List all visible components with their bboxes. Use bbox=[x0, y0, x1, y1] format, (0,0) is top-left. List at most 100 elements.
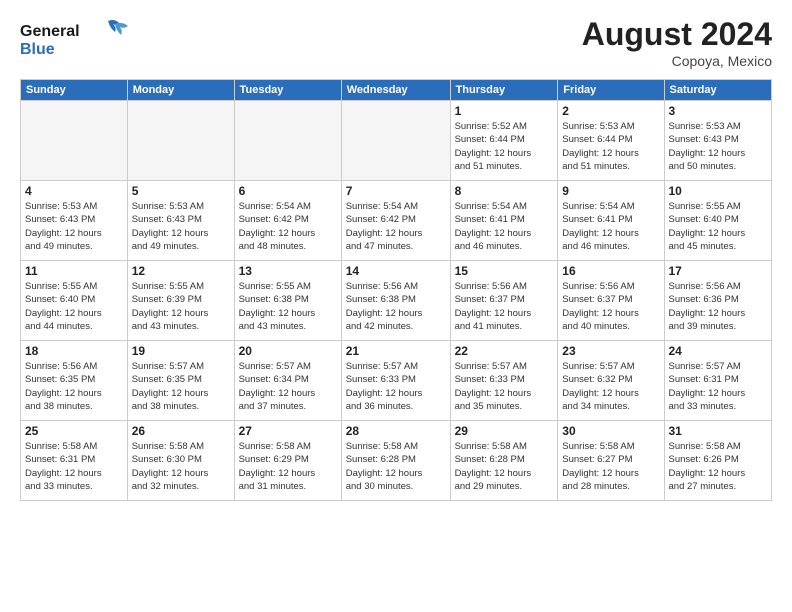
svg-text:Blue: Blue bbox=[20, 41, 55, 58]
day-info: Sunrise: 5:57 AMSunset: 6:31 PMDaylight:… bbox=[669, 360, 768, 413]
calendar-cell: 11 Sunrise: 5:55 AMSunset: 6:40 PMDayligh… bbox=[21, 261, 128, 341]
day-info: Sunrise: 5:55 AMSunset: 6:40 PMDaylight:… bbox=[25, 280, 123, 333]
calendar-cell: 7Sunrise: 5:54 AMSunset: 6:42 PMDaylight… bbox=[341, 181, 450, 261]
month-title: August 2024 bbox=[582, 16, 772, 53]
col-saturday: Saturday bbox=[664, 80, 772, 101]
col-wednesday: Wednesday bbox=[341, 80, 450, 101]
day-info: Sunrise: 5:57 AMSunset: 6:34 PMDaylight:… bbox=[239, 360, 337, 413]
day-number: 27 bbox=[239, 424, 337, 438]
calendar-cell: 25 Sunrise: 5:58 AMSunset: 6:31 PMDayligh… bbox=[21, 421, 128, 501]
day-number: 2 bbox=[562, 104, 659, 118]
calendar-cell: 22 Sunrise: 5:57 AMSunset: 6:33 PMDayligh… bbox=[450, 341, 558, 421]
day-number: 11 bbox=[25, 264, 123, 278]
day-number: 4 bbox=[25, 184, 123, 198]
calendar-cell: 12 Sunrise: 5:55 AMSunset: 6:39 PMDayligh… bbox=[127, 261, 234, 341]
day-info: Sunrise: 5:53 AMSunset: 6:43 PMDaylight:… bbox=[132, 200, 230, 253]
day-number: 31 bbox=[669, 424, 768, 438]
col-sunday: Sunday bbox=[21, 80, 128, 101]
calendar-cell: 8Sunrise: 5:54 AMSunset: 6:41 PMDaylight… bbox=[450, 181, 558, 261]
calendar-cell: 19 Sunrise: 5:57 AMSunset: 6:35 PMDayligh… bbox=[127, 341, 234, 421]
day-number: 7 bbox=[346, 184, 446, 198]
calendar-cell: 27 Sunrise: 5:58 AMSunset: 6:29 PMDayligh… bbox=[234, 421, 341, 501]
day-number: 14 bbox=[346, 264, 446, 278]
calendar-cell: 16Sunrise: 5:56 AMSunset: 6:37 PMDayligh… bbox=[558, 261, 664, 341]
day-number: 24 bbox=[669, 344, 768, 358]
calendar-cell: 21 Sunrise: 5:57 AMSunset: 6:33 PMDayligh… bbox=[341, 341, 450, 421]
calendar-cell: 20 Sunrise: 5:57 AMSunset: 6:34 PMDayligh… bbox=[234, 341, 341, 421]
day-info: Sunrise: 5:57 AMSunset: 6:35 PMDaylight:… bbox=[132, 360, 230, 413]
day-number: 6 bbox=[239, 184, 337, 198]
day-number: 8 bbox=[455, 184, 554, 198]
calendar-cell: 28 Sunrise: 5:58 AMSunset: 6:28 PMDayligh… bbox=[341, 421, 450, 501]
week-row-3: 11 Sunrise: 5:55 AMSunset: 6:40 PMDayligh… bbox=[21, 261, 772, 341]
day-info: Sunrise: 5:55 AMSunset: 6:39 PMDaylight:… bbox=[132, 280, 230, 333]
day-info: Sunrise: 5:57 AMSunset: 6:32 PMDaylight:… bbox=[562, 360, 659, 413]
day-number: 12 bbox=[132, 264, 230, 278]
calendar-cell: 17Sunrise: 5:56 AMSunset: 6:36 PMDayligh… bbox=[664, 261, 772, 341]
day-info: Sunrise: 5:56 AMSunset: 6:37 PMDaylight:… bbox=[455, 280, 554, 333]
calendar-cell: 5 Sunrise: 5:53 AMSunset: 6:43 PMDaylight… bbox=[127, 181, 234, 261]
header: General Blue August 2024 Copoya, Mexico bbox=[20, 16, 772, 69]
calendar-cell: 4Sunrise: 5:53 AMSunset: 6:43 PMDaylight… bbox=[21, 181, 128, 261]
calendar-cell: 29Sunrise: 5:58 AMSunset: 6:28 PMDayligh… bbox=[450, 421, 558, 501]
day-info: Sunrise: 5:53 AMSunset: 6:43 PMDaylight:… bbox=[669, 120, 768, 173]
day-number: 22 bbox=[455, 344, 554, 358]
day-info: Sunrise: 5:57 AMSunset: 6:33 PMDaylight:… bbox=[346, 360, 446, 413]
calendar-cell: 14 Sunrise: 5:56 AMSunset: 6:38 PMDayligh… bbox=[341, 261, 450, 341]
day-number: 19 bbox=[132, 344, 230, 358]
day-info: Sunrise: 5:58 AMSunset: 6:29 PMDaylight:… bbox=[239, 440, 337, 493]
day-info: Sunrise: 5:54 AMSunset: 6:41 PMDaylight:… bbox=[562, 200, 659, 253]
calendar-cell: 13Sunrise: 5:55 AMSunset: 6:38 PMDayligh… bbox=[234, 261, 341, 341]
day-info: Sunrise: 5:58 AMSunset: 6:28 PMDaylight:… bbox=[346, 440, 446, 493]
day-info: Sunrise: 5:56 AMSunset: 6:38 PMDaylight:… bbox=[346, 280, 446, 333]
week-row-2: 4 Sunrise: 5:53 AMSunset: 6:43 PMDaylight… bbox=[21, 181, 772, 261]
day-number: 26 bbox=[132, 424, 230, 438]
title-block: August 2024 Copoya, Mexico bbox=[582, 16, 772, 69]
svg-text:General: General bbox=[20, 23, 80, 40]
logo-text: General Blue bbox=[20, 16, 130, 65]
day-number: 28 bbox=[346, 424, 446, 438]
day-number: 21 bbox=[346, 344, 446, 358]
week-row-4: 18Sunrise: 5:56 AMSunset: 6:35 PMDayligh… bbox=[21, 341, 772, 421]
day-number: 9 bbox=[562, 184, 659, 198]
calendar-cell bbox=[341, 101, 450, 181]
calendar-cell: 18Sunrise: 5:56 AMSunset: 6:35 PMDayligh… bbox=[21, 341, 128, 421]
calendar-cell: 26 Sunrise: 5:58 AMSunset: 6:30 PMDayligh… bbox=[127, 421, 234, 501]
day-number: 5 bbox=[132, 184, 230, 198]
calendar: Sunday Monday Tuesday Wednesday Thursday… bbox=[20, 79, 772, 501]
day-info: Sunrise: 5:58 AMSunset: 6:28 PMDaylight:… bbox=[455, 440, 554, 493]
day-info: Sunrise: 5:58 AMSunset: 6:26 PMDaylight:… bbox=[669, 440, 768, 493]
week-row-5: 25 Sunrise: 5:58 AMSunset: 6:31 PMDayligh… bbox=[21, 421, 772, 501]
calendar-cell: 9 Sunrise: 5:54 AMSunset: 6:41 PMDaylight… bbox=[558, 181, 664, 261]
day-info: Sunrise: 5:56 AMSunset: 6:35 PMDaylight:… bbox=[25, 360, 123, 413]
day-number: 3 bbox=[669, 104, 768, 118]
day-number: 25 bbox=[25, 424, 123, 438]
day-info: Sunrise: 5:55 AMSunset: 6:38 PMDaylight:… bbox=[239, 280, 337, 333]
location: Copoya, Mexico bbox=[582, 53, 772, 69]
day-number: 30 bbox=[562, 424, 659, 438]
calendar-cell bbox=[234, 101, 341, 181]
calendar-cell: 10Sunrise: 5:55 AMSunset: 6:40 PMDayligh… bbox=[664, 181, 772, 261]
day-info: Sunrise: 5:53 AMSunset: 6:44 PMDaylight:… bbox=[562, 120, 659, 173]
calendar-cell: 23Sunrise: 5:57 AMSunset: 6:32 PMDayligh… bbox=[558, 341, 664, 421]
day-info: Sunrise: 5:58 AMSunset: 6:27 PMDaylight:… bbox=[562, 440, 659, 493]
col-tuesday: Tuesday bbox=[234, 80, 341, 101]
day-info: Sunrise: 5:57 AMSunset: 6:33 PMDaylight:… bbox=[455, 360, 554, 413]
day-info: Sunrise: 5:52 AMSunset: 6:44 PMDaylight:… bbox=[455, 120, 554, 173]
week-row-1: 1 Sunrise: 5:52 AMSunset: 6:44 PMDaylight… bbox=[21, 101, 772, 181]
day-info: Sunrise: 5:56 AMSunset: 6:37 PMDaylight:… bbox=[562, 280, 659, 333]
calendar-cell: 30 Sunrise: 5:58 AMSunset: 6:27 PMDayligh… bbox=[558, 421, 664, 501]
calendar-cell: 3 Sunrise: 5:53 AMSunset: 6:43 PMDaylight… bbox=[664, 101, 772, 181]
day-info: Sunrise: 5:55 AMSunset: 6:40 PMDaylight:… bbox=[669, 200, 768, 253]
col-monday: Monday bbox=[127, 80, 234, 101]
day-info: Sunrise: 5:56 AMSunset: 6:36 PMDaylight:… bbox=[669, 280, 768, 333]
calendar-cell: 24 Sunrise: 5:57 AMSunset: 6:31 PMDayligh… bbox=[664, 341, 772, 421]
col-friday: Friday bbox=[558, 80, 664, 101]
day-number: 20 bbox=[239, 344, 337, 358]
col-thursday: Thursday bbox=[450, 80, 558, 101]
calendar-cell: 1 Sunrise: 5:52 AMSunset: 6:44 PMDaylight… bbox=[450, 101, 558, 181]
calendar-header-row: Sunday Monday Tuesday Wednesday Thursday… bbox=[21, 80, 772, 101]
day-info: Sunrise: 5:58 AMSunset: 6:31 PMDaylight:… bbox=[25, 440, 123, 493]
day-info: Sunrise: 5:58 AMSunset: 6:30 PMDaylight:… bbox=[132, 440, 230, 493]
day-number: 1 bbox=[455, 104, 554, 118]
